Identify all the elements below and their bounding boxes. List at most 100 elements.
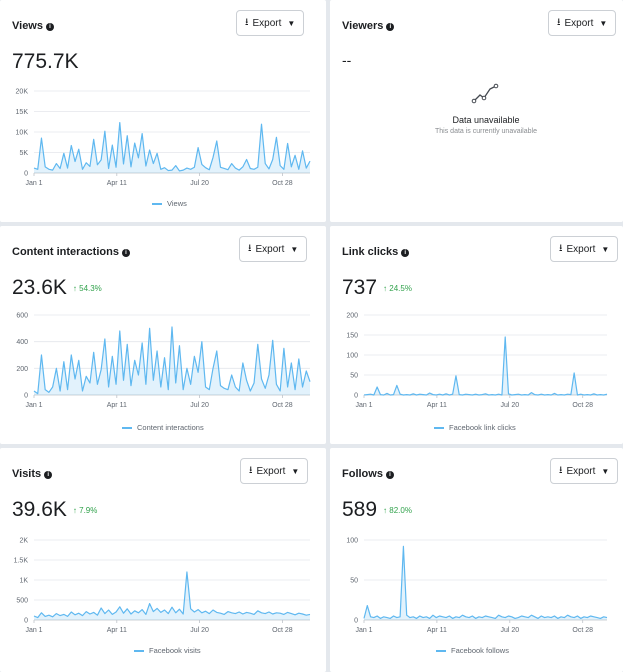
download-icon: ⭳ [249, 464, 253, 476]
x-tick-label: Apr 11 [427, 402, 447, 409]
card-title-text: Content interactions [12, 246, 119, 258]
legend-label: Content interactions [137, 423, 204, 432]
x-tick-label: Jul 20 [190, 402, 209, 409]
link-clicks-card: Link clicks i ⭳ Export ▼ 737 ↑ 24.5% 0 50 10… [330, 226, 623, 444]
export-label: Export [566, 465, 596, 477]
y-tick-label: 400 [16, 339, 28, 346]
y-tick-label: 500 [16, 598, 28, 605]
y-tick-label: 200 [346, 313, 358, 320]
card-title-text: Views [12, 20, 43, 32]
legend-label: Facebook follows [451, 646, 509, 655]
y-tick-label: 150 [346, 333, 358, 340]
metric-value: 775.7K [12, 50, 79, 74]
chart-legend: Facebook follows [436, 646, 509, 655]
download-icon: ⭳ [245, 16, 249, 28]
export-label: Export [255, 243, 285, 255]
caret-down-icon: ▼ [601, 244, 610, 254]
metric-value-text: 589 [342, 498, 378, 521]
info-icon[interactable]: i [44, 471, 53, 479]
views-card: Views i ⭳ Export ▼ 775.7K 0 5K 10K 15K 20K Jan… [0, 0, 326, 222]
export-label: Export [566, 243, 596, 255]
export-button[interactable]: ⭳ Export ▼ [236, 10, 305, 36]
metric-value-text: 737 [342, 276, 378, 299]
x-tick-label: Oct 28 [272, 180, 293, 187]
info-icon[interactable]: i [46, 23, 54, 31]
change-indicator: ↑ 54.3% [72, 284, 102, 293]
x-tick-label: Apr 11 [107, 180, 127, 187]
export-button[interactable]: ⭳ Export ▼ [550, 236, 619, 262]
x-tick-label: Oct 28 [572, 402, 593, 409]
y-tick-label: 0 [24, 171, 28, 178]
card-title-text: Visits [12, 468, 42, 480]
follows-chart: 0 50 100 Jan 1 Apr 11 Jul 20 Oct 28 [346, 538, 608, 634]
metric-value: -- [342, 52, 351, 68]
card-title: Content interactions i [12, 246, 130, 258]
x-tick-label: Oct 28 [572, 627, 593, 634]
y-tick-label: 600 [16, 313, 28, 320]
export-label: Export [252, 17, 282, 29]
export-button[interactable]: ⭳ Export ▼ [239, 236, 308, 262]
x-tick-label: Oct 28 [272, 402, 293, 409]
info-icon[interactable]: i [385, 471, 394, 479]
series-line [363, 545, 608, 620]
visits-chart: 0 500 1K 1.5K 2K Jan 1 Apr 11 Jul 20 Oct 28 [14, 538, 311, 634]
card-title: Views i [12, 20, 54, 32]
export-button[interactable]: ⭳ Export ▼ [550, 458, 619, 484]
unavailable-subtitle: This data is currently unavailable [435, 128, 537, 135]
trend-line-icon [471, 83, 499, 104]
metric-value-text: 775.7K [12, 50, 79, 73]
download-icon: ⭳ [559, 242, 563, 254]
chart-legend: Content interactions [122, 423, 204, 432]
content-interactions-chart: 0 200 400 600 Jan 1 Apr 11 Jul 20 Oct 28 [16, 313, 311, 409]
y-tick-label: 0 [354, 618, 358, 625]
metric-value: 589 ↑ 82.0% [342, 498, 412, 522]
y-tick-label: 0 [24, 618, 28, 625]
legend-label: Views [167, 199, 187, 208]
card-title-text: Link clicks [342, 246, 399, 258]
change-indicator: ↑ 82.0% [383, 506, 412, 515]
chart-legend: Facebook visits [134, 646, 201, 655]
card-title: Visits i [12, 468, 53, 480]
card-title: Link clicks i [342, 246, 410, 258]
metric-value-text: -- [342, 52, 352, 68]
legend-swatch [152, 202, 162, 205]
x-tick-label: Jul 20 [190, 627, 209, 634]
export-button[interactable]: ⭳ Export ▼ [240, 458, 309, 484]
caret-down-icon: ▼ [287, 18, 296, 28]
x-tick-label: Jan 1 [355, 627, 372, 634]
y-tick-label: 100 [346, 353, 358, 360]
download-icon: ⭳ [248, 242, 252, 254]
content-interactions-card: Content interactions i ⭳ Export ▼ 23.6K ↑ … [0, 226, 326, 444]
series-area [34, 122, 310, 173]
data-unavailable-notice: Data unavailable This data is currently … [386, 82, 586, 135]
legend-swatch [434, 426, 444, 429]
series-line [363, 336, 608, 396]
chart-legend: Facebook link clicks [434, 423, 516, 432]
export-label: Export [564, 17, 594, 29]
chart-legend: Views [152, 199, 187, 208]
y-tick-label: 1K [19, 578, 28, 585]
y-tick-label: 0 [354, 393, 358, 400]
change-indicator: ↑ 7.9% [72, 506, 98, 515]
link-clicks-chart: 0 50 100 150 200 Jan 1 Apr 11 Jul 20 Oct 28 [346, 313, 608, 409]
follows-card: Follows i ⭳ Export ▼ 589 ↑ 82.0% 0 50 100 Jan… [330, 448, 623, 672]
card-title: Viewers i [342, 20, 395, 32]
x-tick-label: Apr 11 [107, 627, 127, 634]
export-button[interactable]: ⭳ Export ▼ [548, 10, 617, 36]
x-tick-label: Jan 1 [25, 180, 42, 187]
legend-swatch [436, 649, 446, 652]
series-area [34, 327, 310, 395]
caret-down-icon: ▼ [290, 244, 299, 254]
unavailable-title: Data unavailable [452, 115, 520, 125]
metric-value-text: 23.6K [12, 276, 67, 299]
y-tick-label: 20K [16, 89, 29, 96]
card-title-text: Follows [342, 468, 383, 480]
metric-value-text: 39.6K [12, 498, 67, 521]
x-tick-label: Apr 11 [427, 627, 447, 634]
info-icon[interactable]: i [401, 249, 410, 257]
y-tick-label: 2K [19, 538, 28, 545]
x-tick-label: Jan 1 [355, 402, 372, 409]
info-icon[interactable]: i [386, 23, 395, 31]
info-icon[interactable]: i [121, 249, 130, 257]
x-tick-label: Oct 28 [272, 627, 293, 634]
